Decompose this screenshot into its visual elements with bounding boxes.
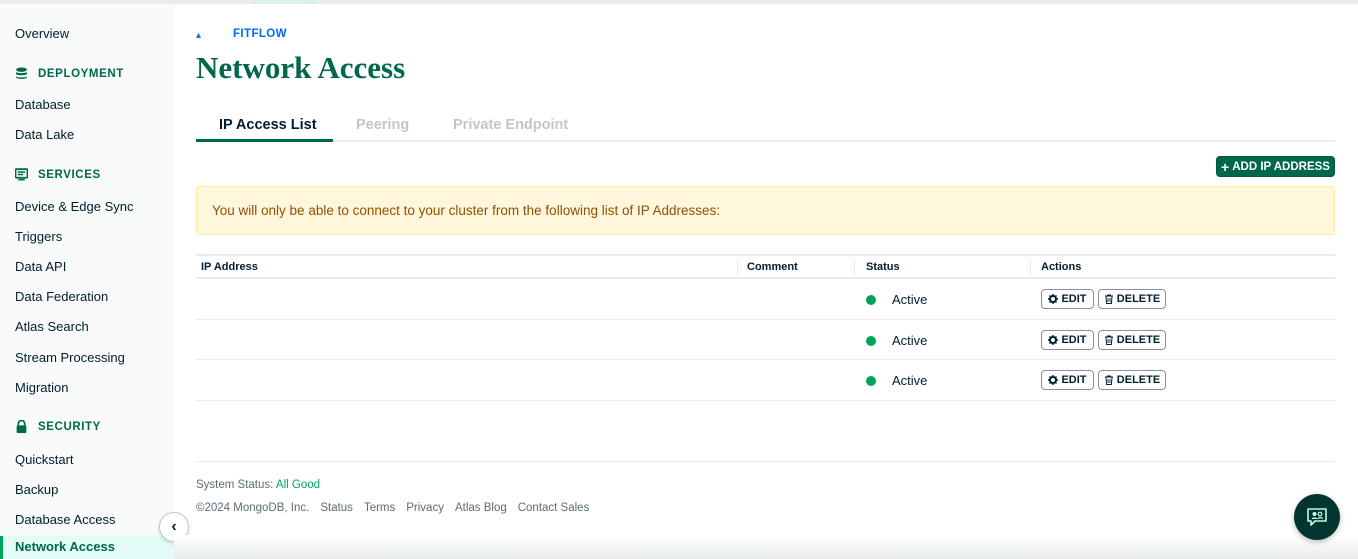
column-divider (854, 259, 855, 276)
page-title: Network Access (196, 50, 406, 85)
sidebar-item-atlas-search[interactable]: Atlas Search (15, 319, 89, 334)
sidebar-item-triggers[interactable]: Triggers (15, 229, 62, 244)
sidebar-section-deployment: DEPLOYMENT (15, 67, 124, 80)
chevron-left-icon: ‹ (171, 518, 177, 535)
copyright: ©2024 MongoDB, Inc. (196, 502, 310, 514)
footer-link-privacy[interactable]: Privacy (406, 502, 444, 514)
gear-icon (1048, 334, 1059, 345)
database-icon (16, 67, 27, 79)
status-active-dot-icon (866, 295, 876, 305)
sidebar-item-data-federation[interactable]: Data Federation (15, 289, 108, 304)
chat-assistant-icon (1307, 508, 1327, 526)
header-comment[interactable]: Comment (747, 261, 798, 273)
sidebar-section-title: SERVICES (38, 168, 101, 181)
table-row: Active EDIT DELETE (196, 320, 1335, 360)
delete-label: DELETE (1116, 333, 1161, 346)
sidebar-item-data-api[interactable]: Data API (15, 259, 66, 274)
info-banner: You will only be able to connect to your… (196, 186, 1335, 235)
bottom-fade (174, 535, 1358, 559)
status-active-dot-icon (866, 376, 876, 386)
column-divider (737, 259, 738, 276)
table-row: Active EDIT DELETE (196, 360, 1335, 401)
edit-button[interactable]: EDIT (1041, 289, 1094, 309)
delete-label: DELETE (1116, 293, 1161, 305)
sidebar-section-services: SERVICES (15, 168, 101, 181)
lock-icon (16, 420, 27, 433)
footer-link-contact-sales[interactable]: Contact Sales (518, 502, 590, 514)
status-text: Active (892, 292, 928, 307)
sidebar-section-title: SECURITY (38, 420, 101, 433)
trash-icon (1104, 294, 1113, 304)
banner-text: You will only be able to connect to your… (212, 203, 721, 218)
delete-button[interactable]: DELETE (1098, 329, 1166, 350)
add-ip-address-label: ADD IP ADDRESS (1232, 160, 1330, 173)
edit-button[interactable]: EDIT (1041, 370, 1094, 390)
trash-icon (1104, 335, 1113, 345)
table-row: Active EDIT DELETE (196, 279, 1335, 320)
sidebar-item-data-lake[interactable]: Data Lake (15, 127, 74, 142)
add-ip-address-button[interactable]: + ADD IP ADDRESS (1216, 156, 1335, 177)
status-active-dot-icon (866, 335, 876, 346)
breadcrumb-separator-icon: ▴ (196, 30, 202, 41)
header-status[interactable]: Status (866, 261, 900, 273)
edit-label: EDIT (1061, 374, 1087, 386)
delete-button[interactable]: DELETE (1098, 370, 1166, 390)
tab-bar: IP Access List Peering Private Endpoint (196, 112, 1335, 142)
footer-link-terms[interactable]: Terms (364, 502, 395, 514)
delete-button[interactable]: DELETE (1098, 289, 1166, 309)
sidebar-item-database[interactable]: Database (15, 97, 71, 112)
sidebar-section-title: DEPLOYMENT (38, 67, 124, 80)
system-status-label: System Status: (196, 479, 274, 491)
system-status-value[interactable]: All Good (276, 479, 320, 491)
delete-label: DELETE (1116, 374, 1161, 386)
tab-ip-access-list[interactable]: IP Access List (219, 117, 317, 133)
sidebar-item-device-edge-sync[interactable]: Device & Edge Sync (15, 199, 134, 214)
breadcrumb-project[interactable]: FITFLOW (233, 28, 287, 40)
sidebar-item-database-access[interactable]: Database Access (15, 512, 115, 527)
tab-peering[interactable]: Peering (356, 117, 409, 133)
footer-link-status[interactable]: Status (320, 502, 353, 514)
footer-link-atlas-blog[interactable]: Atlas Blog (455, 502, 507, 514)
footer-links: ©2024 MongoDB, Inc. Status Terms Privacy… (196, 502, 589, 514)
footer-divider (196, 461, 1335, 462)
sidebar-item-backup[interactable]: Backup (15, 482, 58, 497)
sidebar-item-label: Network Access (15, 539, 115, 554)
sidebar-item-overview[interactable]: Overview (15, 26, 69, 41)
chat-assistant-button[interactable] (1294, 494, 1340, 540)
edit-button[interactable]: EDIT (1041, 329, 1094, 350)
ip-access-table: IP Address Comment Status Actions Active… (196, 254, 1335, 401)
edit-label: EDIT (1061, 333, 1087, 346)
monitor-icon (15, 168, 28, 181)
edit-label: EDIT (1061, 293, 1087, 305)
column-divider (1030, 259, 1031, 276)
system-status: System Status: All Good (196, 479, 320, 491)
gear-icon (1048, 294, 1059, 304)
header-ip-address[interactable]: IP Address (201, 261, 258, 273)
active-tab-indicator (196, 139, 333, 142)
header-actions: Actions (1041, 261, 1082, 273)
tab-private-endpoint[interactable]: Private Endpoint (453, 117, 568, 133)
sidebar: Overview DEPLOYMENT Database Data Lake S… (0, 4, 174, 559)
trash-icon (1104, 375, 1113, 385)
status-text: Active (892, 332, 928, 348)
sidebar-item-network-access[interactable]: Network Access (0, 536, 174, 559)
sidebar-item-quickstart[interactable]: Quickstart (15, 452, 74, 467)
sidebar-item-stream-processing[interactable]: Stream Processing (15, 350, 125, 365)
sidebar-item-migration[interactable]: Migration (15, 380, 68, 395)
sidebar-section-security: SECURITY (15, 420, 101, 433)
top-bar (0, 0, 1358, 4)
gear-icon (1048, 375, 1059, 385)
status-text: Active (892, 373, 928, 388)
table-header: IP Address Comment Status Actions (196, 254, 1335, 279)
top-bar-accent (253, 0, 315, 4)
plus-icon: + (1221, 158, 1230, 175)
